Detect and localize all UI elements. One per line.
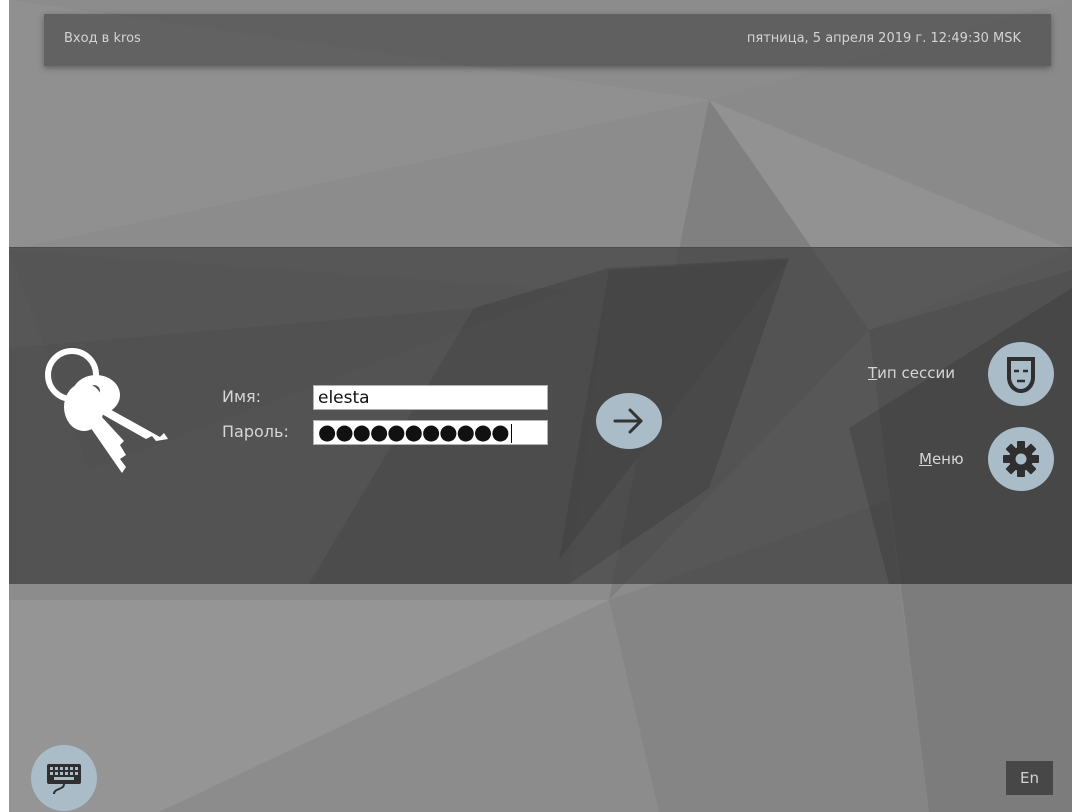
text-caret [510, 423, 512, 443]
username-label: Имя: [222, 387, 262, 406]
language-code: En [1020, 769, 1039, 787]
login-title: Вход в kros [64, 31, 141, 46]
menu-button[interactable] [988, 427, 1054, 491]
password-masked-value: ●●●●●●●●●●● [318, 420, 510, 444]
date-time: пятница, 5 апреля 2019 г. 12:49:30 MSK [746, 31, 1021, 46]
mask-icon [1007, 357, 1035, 393]
session-type-button[interactable] [988, 342, 1054, 406]
username-value: elesta [318, 388, 370, 408]
onscreen-keyboard-button[interactable] [31, 745, 97, 811]
keys-icon [45, 348, 168, 473]
header-bar: Вход в kros пятница, 5 апреля 2019 г. 12… [44, 14, 1051, 66]
password-input[interactable]: ●●●●●●●●●●● [313, 420, 548, 445]
login-submit-button[interactable] [596, 393, 662, 449]
menu-label[interactable]: Меню [919, 450, 964, 468]
session-type-label[interactable]: Тип сессии [868, 364, 955, 382]
keyboard-icon [47, 764, 81, 795]
login-screen: Вход в kros пятница, 5 апреля 2019 г. 12… [0, 0, 1072, 812]
gear-icon [1003, 441, 1039, 477]
password-label: Пароль: [222, 422, 289, 441]
username-input[interactable]: elesta [313, 385, 548, 410]
language-indicator[interactable]: En [1006, 761, 1053, 795]
arrow-right-icon [613, 408, 643, 434]
